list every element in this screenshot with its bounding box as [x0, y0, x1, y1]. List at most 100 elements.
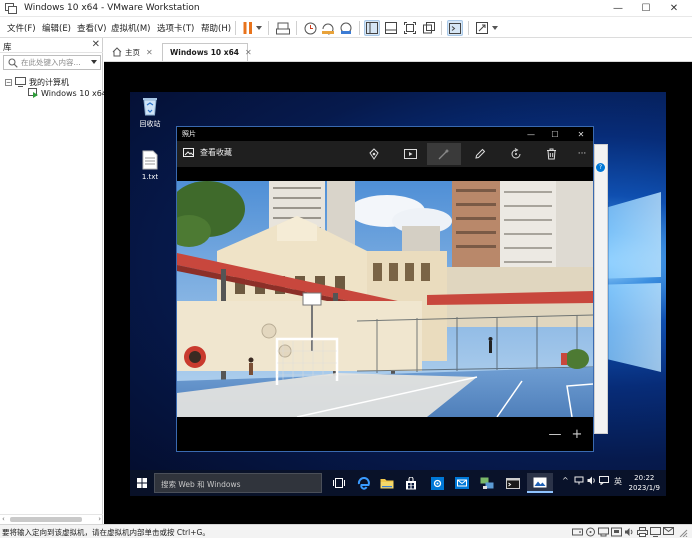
display-status-icon[interactable]: [650, 527, 661, 537]
sidebar-horizontal-scrollbar[interactable]: ‹ ›: [0, 514, 103, 524]
photos-window[interactable]: 照片 — ☐ ✕ 查看收藏 ··· — +: [176, 126, 594, 452]
input-method-indicator[interactable]: 英: [614, 476, 622, 487]
slideshow-icon[interactable]: [393, 143, 427, 165]
vmware-logo-icon: [5, 3, 17, 14]
collapse-icon[interactable]: −: [5, 78, 12, 86]
taskbar-search-placeholder: 搜索 Web 和 Windows: [161, 480, 241, 489]
view-collection-label: 查看收藏: [200, 148, 232, 157]
search-dropdown-icon[interactable]: [91, 60, 97, 64]
maximize-button[interactable]: ☐: [632, 0, 660, 17]
thumbnail-bar-icon[interactable]: [383, 20, 399, 36]
library-search[interactable]: [3, 55, 101, 70]
tree-item-windows10[interactable]: Windows 10 x64: [28, 87, 107, 99]
tray-overflow-icon[interactable]: ^: [562, 476, 569, 485]
toolbar-separator: [359, 21, 360, 35]
volume-tray-icon[interactable]: [587, 476, 597, 487]
library-header: 库 ✕: [0, 38, 103, 53]
network-adapter-status-icon[interactable]: [598, 527, 609, 537]
library-search-input[interactable]: [21, 57, 85, 68]
home-icon: [112, 47, 122, 57]
scroll-thumb[interactable]: [10, 517, 82, 522]
mail-app-icon[interactable]: [451, 473, 473, 493]
tab-close-icon[interactable]: ✕: [245, 48, 252, 57]
status-message: 要将输入定向到该虚拟机，请在虚拟机内部单击或按 Ctrl+G。: [2, 528, 210, 537]
guest-desktop[interactable]: 回收站 1.txt ? 照片 — ☐ ✕ 查看收藏 ··· — + 搜索 Web…: [130, 92, 666, 496]
recycle-bin[interactable]: 回收站: [130, 96, 170, 129]
zoom-out-button[interactable]: —: [547, 427, 563, 443]
network-app-icon[interactable]: [476, 473, 498, 493]
desktop-icon-label: 1.txt: [141, 173, 159, 181]
scroll-right-icon[interactable]: ›: [98, 515, 101, 523]
unity-mode-icon[interactable]: [421, 20, 437, 36]
view-collection-button[interactable]: 查看收藏: [183, 147, 232, 158]
printer-status-icon[interactable]: [637, 527, 648, 537]
sound-card-status-icon[interactable]: [624, 527, 635, 537]
photos-close-button[interactable]: ✕: [569, 127, 593, 141]
status-bar: 要将输入定向到该虚拟机，请在虚拟机内部单击或按 Ctrl+G。: [0, 524, 692, 538]
file-explorer-icon[interactable]: [376, 473, 398, 493]
menu-help[interactable]: 帮助(H): [201, 22, 231, 34]
network-tray-icon[interactable]: [574, 476, 584, 487]
menu-vm[interactable]: 虚拟机(M): [111, 22, 150, 34]
toolbar-separator: [468, 21, 469, 35]
notification-tray-icon[interactable]: [599, 476, 609, 487]
menu-tabs[interactable]: 选项卡(T): [157, 22, 194, 34]
usb-status-icon[interactable]: [611, 527, 622, 537]
full-screen-icon[interactable]: [402, 20, 418, 36]
zoom-in-button[interactable]: +: [569, 427, 585, 443]
hard-disk-status-icon[interactable]: [572, 527, 583, 537]
delete-icon[interactable]: [534, 143, 568, 165]
store-icon[interactable]: [400, 473, 422, 493]
revert-snapshot-icon[interactable]: [320, 20, 336, 36]
stretch-view-icon[interactable]: [474, 20, 490, 36]
taskbar-search-box[interactable]: 搜索 Web 和 Windows: [154, 473, 322, 493]
resize-grip-icon[interactable]: [677, 527, 688, 537]
vm-console[interactable]: 回收站 1.txt ? 照片 — ☐ ✕ 查看收藏 ··· — + 搜索 Web…: [104, 62, 692, 524]
background-window[interactable]: ?: [594, 144, 608, 434]
photos-app-taskbar-icon[interactable]: [527, 473, 553, 493]
menu-view[interactable]: 查看(V): [77, 22, 106, 34]
computer-icon: [15, 77, 26, 87]
send-ctrl-alt-del-icon[interactable]: [275, 20, 291, 36]
desktop-icon-label: 回收站: [139, 120, 161, 128]
text-file[interactable]: 1.txt: [130, 150, 170, 181]
snapshot-icon[interactable]: [302, 20, 318, 36]
edge-browser-icon[interactable]: [352, 473, 374, 493]
guest-taskbar: 搜索 Web 和 Windows ^ 英 20:22 2023/1/9: [130, 470, 666, 496]
stretch-dropdown-icon[interactable]: [490, 20, 500, 36]
minimize-button[interactable]: —: [604, 0, 632, 17]
menu-edit[interactable]: 编辑(E): [42, 22, 71, 34]
tab-close-icon[interactable]: ✕: [146, 48, 153, 57]
cd-dvd-status-icon[interactable]: [585, 527, 596, 537]
library-title: 库: [3, 43, 12, 53]
snapshot-manager-icon[interactable]: [338, 20, 354, 36]
share-icon[interactable]: [357, 143, 391, 165]
windows-start-icon[interactable]: [133, 474, 151, 492]
enhance-icon[interactable]: [427, 143, 461, 165]
taskbar-clock[interactable]: 20:22 2023/1/9: [629, 473, 660, 493]
vm-running-icon: [28, 88, 38, 98]
tab-home[interactable]: 主页 ✕: [107, 43, 159, 61]
close-button[interactable]: ✕: [660, 0, 688, 17]
message-status-icon[interactable]: [663, 527, 674, 537]
task-view-icon[interactable]: [328, 473, 350, 493]
library-close-button[interactable]: ✕: [92, 39, 100, 50]
rotate-icon[interactable]: [499, 143, 533, 165]
tab-windows10[interactable]: Windows 10 x64 ✕: [162, 43, 252, 61]
photos-maximize-button[interactable]: ☐: [543, 127, 567, 141]
command-prompt-icon[interactable]: [502, 473, 524, 493]
scroll-left-icon[interactable]: ‹: [2, 515, 5, 523]
settings-app-icon[interactable]: [426, 473, 448, 493]
more-options-button[interactable]: ···: [565, 143, 599, 165]
menu-file[interactable]: 文件(F): [7, 22, 36, 34]
show-library-icon[interactable]: [364, 20, 380, 36]
console-view-icon[interactable]: [447, 20, 463, 36]
toolbar-separator: [235, 21, 236, 35]
window-title: Windows 10 x64 - VMware Workstation: [24, 3, 200, 13]
edit-icon[interactable]: [463, 143, 497, 165]
power-dropdown-icon[interactable]: [254, 20, 264, 36]
library-sidebar: 库 ✕ − 我的计算机 Windows 10 x64 ‹ ›: [0, 38, 107, 524]
clock-date: 2023/1/9: [628, 484, 660, 492]
photos-minimize-button[interactable]: —: [519, 127, 543, 141]
photo-image[interactable]: [177, 181, 593, 417]
